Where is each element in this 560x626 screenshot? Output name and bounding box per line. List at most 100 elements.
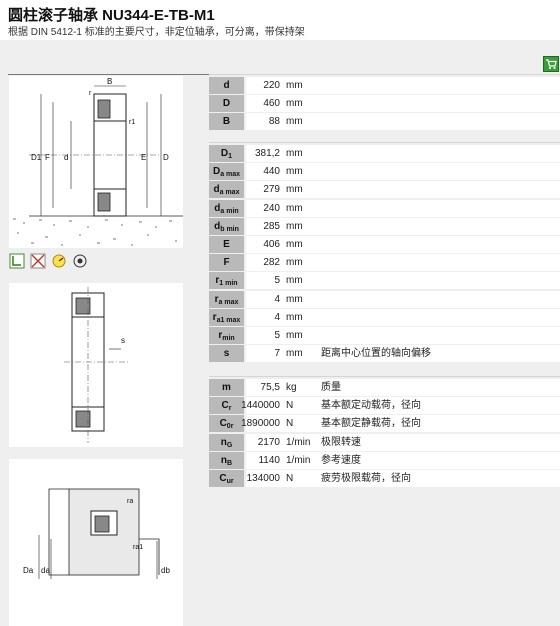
parameter-value: 88	[268, 116, 280, 128]
parameter-value: 2170	[257, 436, 280, 448]
parameter-row: C0r 1890000 N 基本额定静载荷，径向	[209, 415, 560, 433]
parameter-symbol: nB	[209, 451, 244, 469]
parameter-row: m 75,5 kg 质量	[209, 379, 560, 396]
parameter-unit: 1/min	[286, 454, 311, 466]
row-filler	[490, 415, 560, 433]
row-filler	[490, 327, 560, 344]
parameter-unit: mm	[286, 239, 303, 250]
parameter-value-cell: 406 mm	[246, 236, 490, 253]
row-filler	[490, 199, 560, 217]
parameter-value: 4	[274, 311, 280, 323]
parameter-value-cell: 75,5 kg 质量	[246, 379, 490, 396]
parameter-value-cell: 440 mm	[246, 163, 490, 181]
parameter-unit: mm	[286, 220, 303, 232]
parameter-unit: kg	[286, 382, 297, 393]
row-filler	[490, 113, 560, 131]
parameter-row: da min 240 mm	[209, 199, 560, 217]
parameter-symbol: D	[209, 95, 244, 113]
page-title: 圆柱滚子轴承 NU344-E-TB-M1	[8, 7, 215, 24]
parameter-value-cell: 1890000 N 基本额定静载荷，径向	[241, 415, 490, 433]
label-r1: r1	[129, 119, 135, 126]
parameter-unit: mm	[286, 80, 303, 91]
parameter-row: s 7 mm 距离中心位置的轴向偏移	[209, 345, 560, 363]
feature-icons	[9, 253, 88, 271]
parameter-unit: mm	[286, 330, 303, 341]
row-filler	[490, 345, 560, 363]
parameter-description: 基本额定静载荷，径向	[321, 418, 421, 430]
parameter-value: 7	[274, 348, 280, 360]
parameter-description: 距离中心位置的轴向偏移	[321, 348, 431, 360]
parameter-row: d 220 mm	[209, 77, 560, 94]
parameter-value-cell: 282 mm	[246, 254, 490, 272]
parameter-row: E 406 mm	[209, 236, 560, 253]
parameter-unit: 1/min	[286, 436, 311, 448]
group-divider	[209, 142, 560, 143]
parameter-symbol: db min	[209, 217, 244, 235]
parameter-description: 极限转速	[321, 436, 361, 448]
parameter-value: 381,2	[254, 148, 280, 159]
parameter-value-cell: 1140 1/min 参考速度	[246, 451, 490, 469]
parameter-symbol: rmin	[209, 327, 244, 344]
page-subtitle: 根据 DIN 5412-1 标准的主要尺寸，非定位轴承，可分离，带保持架	[8, 27, 305, 38]
parameter-row: B 88 mm	[209, 113, 560, 131]
label-D1: D1	[31, 153, 42, 162]
parameter-symbol: B	[209, 113, 244, 131]
cart-icon[interactable]	[543, 56, 559, 72]
row-filler	[490, 470, 560, 487]
label-d: d	[64, 153, 68, 162]
parameter-value: 460	[263, 98, 280, 110]
parameter-value-cell: 2170 1/min 极限转速	[246, 433, 490, 451]
parameter-value-cell: 381,2 mm	[246, 145, 490, 162]
parameter-symbol: Cur	[209, 470, 244, 487]
parameter-value: 406	[263, 239, 280, 250]
parameter-value-cell: 88 mm	[246, 113, 490, 131]
parameter-unit: mm	[286, 275, 303, 287]
parameter-unit: mm	[286, 348, 303, 360]
parameter-value-cell: 460 mm	[246, 95, 490, 113]
speed-icon	[51, 253, 67, 269]
parameter-row: da max 279 mm	[209, 181, 560, 199]
parameter-row: Cr 1440000 N 基本额定动载荷，径向	[209, 397, 560, 415]
parameter-value: 1440000	[241, 400, 280, 412]
mounting-icon	[9, 253, 25, 269]
group-divider	[209, 74, 560, 75]
label-ra: ra	[127, 498, 133, 505]
parameter-row: rmin 5 mm	[209, 327, 560, 344]
group-divider	[209, 376, 560, 377]
parameter-value-cell: 7 mm 距离中心位置的轴向偏移	[246, 345, 490, 363]
parameter-value: 75,5	[260, 382, 280, 393]
parameter-symbol: ra1 max	[209, 308, 244, 326]
row-filler	[490, 308, 560, 326]
parameter-unit: mm	[286, 257, 303, 269]
parameter-value-cell: 5 mm	[246, 272, 490, 290]
row-filler	[490, 379, 560, 396]
no-relubrication-icon	[30, 253, 46, 269]
bearing-section-drawing: r r1 D1 F d E D B	[9, 76, 183, 248]
label-db: db	[161, 566, 170, 575]
parameter-symbol: ra max	[209, 290, 244, 308]
label-F: F	[45, 153, 50, 162]
parameter-row: nG 2170 1/min 极限转速	[209, 433, 560, 451]
row-filler	[490, 272, 560, 290]
parameter-value-cell: 240 mm	[246, 199, 490, 217]
parameter-row: ra1 max 4 mm	[209, 308, 560, 326]
parameter-row: nB 1140 1/min 参考速度	[209, 451, 560, 469]
label-s: s	[121, 336, 125, 345]
parameter-value: 5	[274, 275, 280, 287]
label-D: D	[163, 153, 169, 162]
parameter-unit: mm	[286, 98, 303, 110]
parameter-symbol: m	[209, 379, 244, 396]
parameter-unit: N	[286, 400, 294, 412]
parameter-symbol: r1 min	[209, 272, 244, 290]
parameter-value-cell: 4 mm	[246, 290, 490, 308]
parameter-symbol: s	[209, 345, 244, 363]
parameter-value: 240	[263, 202, 280, 214]
header: 圆柱滚子轴承 NU344-E-TB-M1 根据 DIN 5412-1 标准的主要…	[0, 0, 560, 40]
parameter-symbol: Cr	[209, 397, 244, 415]
parameter-row: Cur 134000 N 疲劳极限载荷，径向	[209, 470, 560, 487]
row-filler	[490, 254, 560, 272]
parameter-value: 285	[263, 220, 280, 232]
row-filler	[490, 290, 560, 308]
row-filler	[490, 77, 560, 94]
row-filler	[490, 397, 560, 415]
